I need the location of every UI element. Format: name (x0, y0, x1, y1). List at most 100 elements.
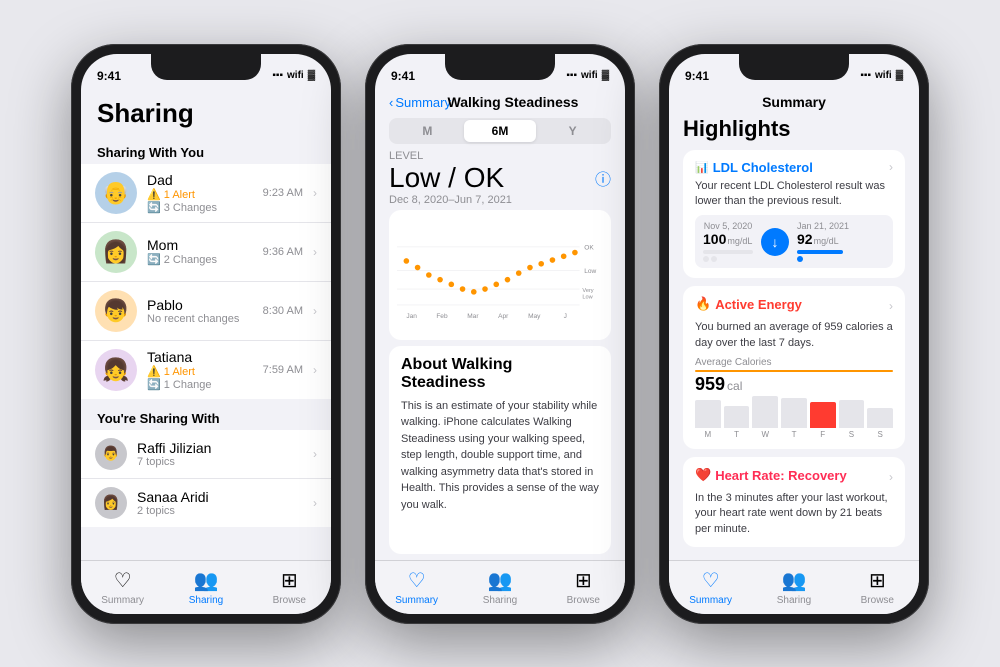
tab-bar-3: ♡ Summary 👥 Sharing ⊞ Browse (669, 560, 919, 614)
svg-text:Apr: Apr (498, 313, 509, 320)
dad-changes: 🔄 3 Changes (147, 201, 253, 214)
tab-browse-2[interactable]: ⊞ Browse (542, 568, 625, 606)
back-chevron-icon: ‹ (389, 95, 393, 110)
nav-title-walking: Walking Steadiness (415, 94, 611, 112)
tab-sharing-3[interactable]: 👥 Sharing (752, 568, 835, 606)
bar-day-s2: S (878, 430, 883, 439)
sharing-with-you-list: 👴 Dad ⚠️ 1 Alert 🔄 3 Changes 9:23 AM › 👩 (81, 164, 331, 399)
bar-rect-t2 (781, 398, 807, 428)
list-item-pablo[interactable]: 👦 Pablo No recent changes 8:30 AM › (81, 282, 331, 341)
status-time-3: 9:41 (685, 69, 709, 83)
list-item-tatiana[interactable]: 👧 Tatiana ⚠️ 1 Alert 🔄 1 Change 7:59 AM … (81, 341, 331, 399)
browse-tab-icon-3: ⊞ (869, 568, 886, 593)
status-icons-1: ▪▪▪ wifi ▓ (272, 70, 315, 81)
youre-sharing-with-section: You're Sharing With 👨 Raffi Jilizian 7 t… (81, 399, 331, 527)
calories-value: 959 (695, 374, 725, 395)
level-value: Low / OK (389, 162, 504, 194)
tatiana-time: 7:59 AM (263, 364, 303, 376)
tab-summary-3[interactable]: ♡ Summary (669, 568, 752, 606)
phone-2-screen: 9:41 ▪▪▪ wifi ▓ ‹ Summary Walking Steadi… (375, 54, 625, 614)
sanaa-name: Sanaa Aridi (137, 489, 303, 505)
tatiana-info: Tatiana ⚠️ 1 Alert 🔄 1 Change (147, 349, 253, 391)
energy-chevron-icon: › (889, 299, 893, 313)
browse-tab-label: Browse (273, 595, 306, 606)
segment-y[interactable]: Y (536, 120, 609, 142)
browse-tab-icon-2: ⊞ (575, 568, 592, 593)
fire-icon: 🔥 (695, 296, 711, 312)
ldl-unit-2: mg/dL (814, 236, 839, 246)
avatar-pablo: 👦 (95, 290, 137, 332)
segment-6m[interactable]: 6M (464, 120, 537, 142)
list-item-dad[interactable]: 👴 Dad ⚠️ 1 Alert 🔄 3 Changes 9:23 AM › (81, 164, 331, 223)
avatar-mom: 👩 (95, 231, 137, 273)
phone-3: 9:41 ▪▪▪ wifi ▓ Summary Highlights 📊 LDL (659, 44, 929, 624)
summary-nav-title: Summary (669, 90, 919, 112)
sharing-item-sanaa[interactable]: 👩 Sanaa Aridi 2 topics › (81, 479, 331, 527)
energy-card[interactable]: 🔥 Active Energy › You burned an average … (683, 286, 905, 449)
sharing-item-raffi[interactable]: 👨 Raffi Jilizian 7 topics › (81, 430, 331, 479)
sharing-tab-icon: 👥 (194, 568, 219, 593)
pablo-changes: No recent changes (147, 313, 253, 325)
tab-summary-2[interactable]: ♡ Summary (375, 568, 458, 606)
tab-browse-3[interactable]: ⊞ Browse (836, 568, 919, 606)
svg-text:May: May (528, 313, 541, 320)
time-segment-control[interactable]: M 6M Y (389, 118, 611, 144)
mom-name: Mom (147, 237, 253, 253)
bar-day-s1: S (849, 430, 854, 439)
svg-text:J: J (564, 313, 567, 320)
avatar-tatiana: 👧 (95, 349, 137, 391)
tab-summary-1[interactable]: ♡ Summary (81, 568, 164, 606)
dad-alert: ⚠️ 1 Alert (147, 188, 253, 201)
sanaa-topics: 2 topics (137, 505, 303, 517)
notch-2 (445, 54, 555, 80)
sharing-tab-icon-2: 👥 (488, 568, 513, 593)
bar-t2: T (781, 398, 807, 439)
ldl-card[interactable]: 📊 LDL Cholesterol › Your recent LDL Chol… (683, 150, 905, 279)
page-title-sharing: Sharing (97, 98, 315, 133)
svg-text:Mar: Mar (467, 313, 479, 320)
info-icon[interactable]: ⓘ (595, 166, 611, 190)
battery-icon-3: ▓ (896, 70, 903, 81)
mom-time: 9:36 AM (263, 246, 303, 258)
heart-card[interactable]: ❤️ Heart Rate: Recovery › In the 3 minut… (683, 457, 905, 547)
phone-3-screen: 9:41 ▪▪▪ wifi ▓ Summary Highlights 📊 LDL (669, 54, 919, 614)
signal-icon-3: ▪▪▪ (860, 70, 871, 81)
ldl-down-arrow-icon: ↓ (761, 228, 789, 256)
avatar-sanaa: 👩 (95, 487, 127, 519)
sharing-tab-icon-3: 👥 (782, 568, 807, 593)
screen-content-1: Sharing Sharing With You 👴 Dad ⚠️ 1 Aler… (81, 90, 331, 560)
ldl-before: Nov 5, 2020 100 mg/dL (703, 221, 753, 262)
calories-unit: cal (727, 379, 742, 393)
dad-time: 9:23 AM (263, 187, 303, 199)
list-item-mom[interactable]: 👩 Mom 🔄 2 Changes 9:36 AM › (81, 223, 331, 282)
level-label: LEVEL (375, 148, 625, 162)
ldl-bar-icon: 📊 (695, 161, 709, 174)
sanaa-chevron-icon: › (313, 496, 317, 510)
tab-sharing-1[interactable]: 👥 Sharing (164, 568, 247, 606)
tab-browse-1[interactable]: ⊞ Browse (248, 568, 331, 606)
tab-bar-1: ♡ Summary 👥 Sharing ⊞ Browse (81, 560, 331, 614)
svg-text:Feb: Feb (436, 313, 448, 320)
ldl-date-2: Jan 21, 2021 (797, 221, 849, 231)
tab-sharing-2[interactable]: 👥 Sharing (458, 568, 541, 606)
ldl-date-1: Nov 5, 2020 (703, 221, 753, 231)
walking-nav: ‹ Summary Walking Steadiness (375, 90, 625, 114)
ldl-bar-1 (703, 250, 753, 254)
wifi-icon-3: wifi (875, 70, 892, 81)
bar-s1: S (839, 400, 865, 439)
ldl-unit-1: mg/dL (727, 236, 752, 246)
bar-day-t1: T (734, 430, 739, 439)
bar-f: F (810, 402, 836, 439)
segment-m[interactable]: M (391, 120, 464, 142)
summary-tab-label-3: Summary (689, 595, 732, 606)
signal-icon-2: ▪▪▪ (566, 70, 577, 81)
ldl-chevron-icon: › (889, 160, 893, 174)
svg-text:Very: Very (582, 287, 593, 293)
highlights-title: Highlights (669, 112, 919, 146)
ldl-val-1: 100 (703, 231, 726, 247)
wifi-icon: wifi (287, 70, 304, 81)
dad-name: Dad (147, 172, 253, 188)
sharing-tab-label-3: Sharing (777, 595, 811, 606)
bar-s2: S (867, 408, 893, 439)
pablo-info: Pablo No recent changes (147, 297, 253, 325)
